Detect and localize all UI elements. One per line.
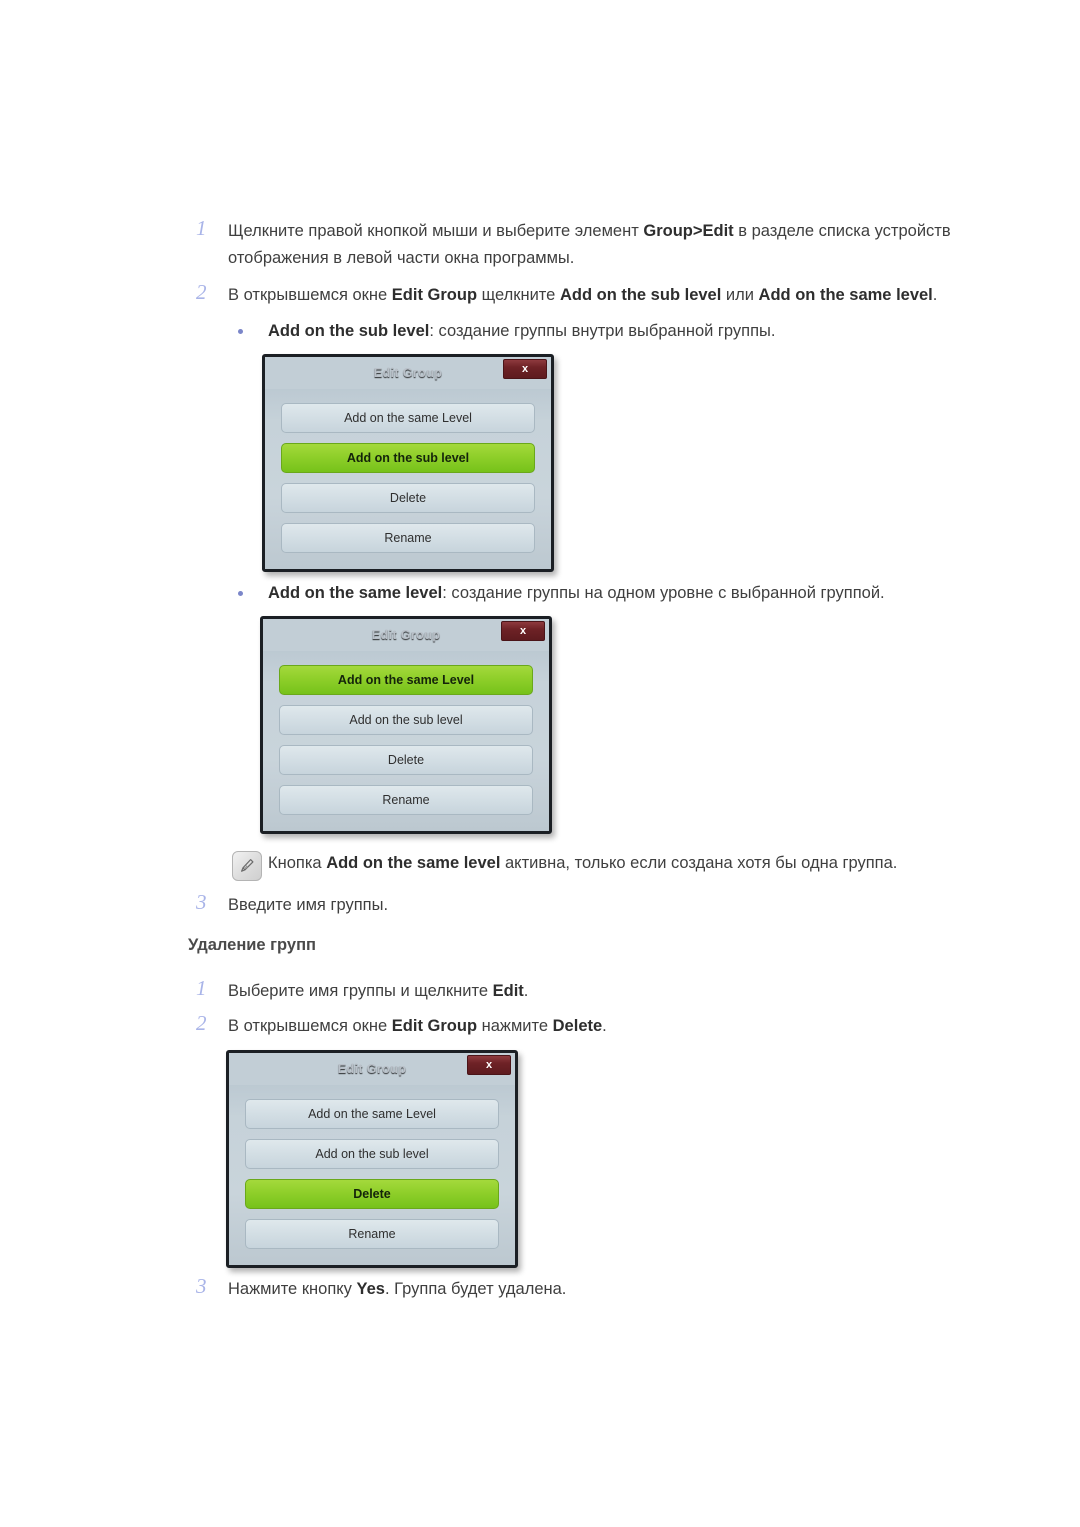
step-item: 2 В открывшемся окне Edit Group щелкните…: [188, 280, 1058, 309]
dialog-titlebar: Edit Group x: [263, 619, 549, 651]
step-item: 1 Щелкните правой кнопкой мыши и выберит…: [188, 216, 988, 272]
step-text: В открывшемся окне Edit Group щелкните A…: [228, 286, 938, 304]
step-number: 3: [196, 1274, 207, 1298]
edit-group-dialog-delete[interactable]: Edit Group x Add on the same Level Add o…: [226, 1050, 518, 1268]
bullet-item-same-level: Add on the same level: создание группы н…: [188, 580, 1080, 607]
dialog-frame: Edit Group x Add on the same Level Add o…: [262, 354, 554, 572]
step-text: Введите имя группы.: [228, 896, 389, 914]
step-number: 2: [196, 1011, 207, 1035]
close-icon-glyph: x: [519, 624, 527, 637]
bullet-dot-icon: [238, 591, 243, 596]
add-on-sub-level-button[interactable]: Add on the sub level: [279, 705, 533, 735]
close-icon-glyph: x: [485, 1058, 493, 1071]
bullet-dot-icon: [238, 329, 243, 334]
close-icon[interactable]: x: [501, 621, 545, 641]
dialog-titlebar: Edit Group x: [265, 357, 551, 389]
add-on-sub-level-button[interactable]: Add on the sub level: [245, 1139, 499, 1169]
add-on-same-level-button[interactable]: Add on the same Level: [279, 665, 533, 695]
rename-button[interactable]: Rename: [245, 1219, 499, 1249]
rename-button[interactable]: Rename: [279, 785, 533, 815]
add-on-sub-level-button[interactable]: Add on the sub level: [281, 443, 535, 473]
step-number: 1: [196, 976, 207, 1000]
close-icon-glyph: x: [521, 362, 529, 375]
step-text: Щелкните правой кнопкой мыши и выберите …: [228, 222, 951, 267]
step-text: Нажмите кнопку Yes. Группа будет удалена…: [228, 1280, 567, 1298]
step-item: 1 Выберите имя группы и щелкните Edit.: [188, 976, 988, 1005]
step-number: 3: [196, 890, 207, 914]
step-number: 2: [196, 280, 207, 304]
dialog-title: Edit Group: [337, 1062, 407, 1076]
delete-button[interactable]: Delete: [281, 483, 535, 513]
edit-group-dialog-sub-level[interactable]: Edit Group x Add on the same Level Add o…: [262, 354, 554, 572]
dialog-body: Add on the same Level Add on the sub lev…: [265, 389, 551, 569]
add-on-same-level-button[interactable]: Add on the same Level: [245, 1099, 499, 1129]
manual-page: 1 Щелкните правой кнопкой мыши и выберит…: [0, 0, 1080, 1527]
section-heading-delete-groups: Удаление групп: [188, 936, 317, 954]
close-icon[interactable]: x: [503, 359, 547, 379]
step-item: 3 Нажмите кнопку Yes. Группа будет удале…: [188, 1274, 988, 1303]
dialog-title: Edit Group: [373, 366, 443, 380]
dialog-frame: Edit Group x Add on the same Level Add o…: [226, 1050, 518, 1268]
bullet-text: Add on the same level: создание группы н…: [268, 584, 885, 602]
delete-button[interactable]: Delete: [279, 745, 533, 775]
bullet-text: Add on the sub level: создание группы вн…: [268, 322, 776, 340]
step-item: 2 В открывшемся окне Edit Group нажмите …: [188, 1011, 988, 1040]
delete-button[interactable]: Delete: [245, 1179, 499, 1209]
dialog-body: Add on the same Level Add on the sub lev…: [263, 651, 549, 831]
step-item: 3 Введите имя группы.: [188, 890, 988, 919]
rename-button[interactable]: Rename: [281, 523, 535, 553]
close-icon[interactable]: x: [467, 1055, 511, 1075]
note-text: Кнопка Add on the same level активна, то…: [268, 854, 898, 872]
step-text: Выберите имя группы и щелкните Edit.: [228, 982, 529, 1000]
step-text: В открывшемся окне Edit Group нажмите De…: [228, 1017, 607, 1035]
dialog-body: Add on the same Level Add on the sub lev…: [229, 1085, 515, 1265]
step-number: 1: [196, 216, 207, 240]
dialog-title: Edit Group: [371, 628, 441, 642]
note-callout: Кнопка Add on the same level активна, то…: [188, 850, 1080, 884]
bullet-item-sub-level: Add on the sub level: создание группы вн…: [188, 318, 1080, 345]
dialog-titlebar: Edit Group x: [229, 1053, 515, 1085]
add-on-same-level-button[interactable]: Add on the same Level: [281, 403, 535, 433]
note-pencil-icon: [232, 851, 262, 881]
dialog-frame: Edit Group x Add on the same Level Add o…: [260, 616, 552, 834]
edit-group-dialog-same-level[interactable]: Edit Group x Add on the same Level Add o…: [260, 616, 552, 834]
